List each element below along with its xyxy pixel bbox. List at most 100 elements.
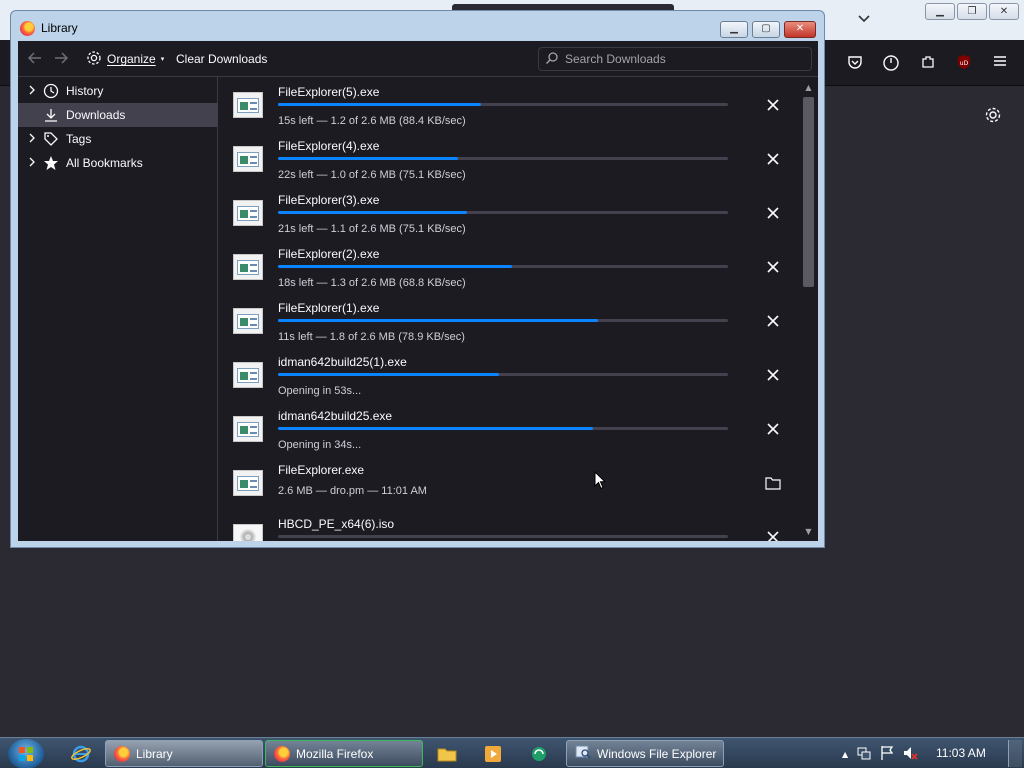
download-item[interactable]: FileExplorer(5).exe 15s left — 1.2 of 2.6…	[219, 77, 799, 131]
file-icon	[233, 416, 263, 442]
file-icon	[233, 362, 263, 388]
network-icon[interactable]	[856, 745, 872, 764]
download-filename: FileExplorer(3).exe	[278, 193, 380, 207]
download-progress-bar	[278, 535, 728, 538]
expand-arrow-icon[interactable]	[26, 85, 38, 98]
cancel-download-icon[interactable]	[763, 95, 783, 115]
download-status: 22s left — 1.0 of 2.6 MB (75.1 KB/sec)	[278, 169, 466, 181]
task-library[interactable]: Library	[105, 740, 263, 767]
library-titlebar[interactable]: Library ▁ ▢ ✕	[11, 11, 824, 41]
sync-icon[interactable]	[882, 54, 900, 72]
show-in-folder-icon[interactable]	[763, 473, 783, 493]
library-content: Organize ▾ Clear Downloads History	[18, 41, 818, 541]
clock[interactable]: 11:03 AM	[936, 746, 986, 760]
task-windows-file-explorer[interactable]: Windows File Explorer	[566, 740, 724, 767]
extensions-icon[interactable]	[919, 54, 937, 72]
sidebar-item-history[interactable]: History	[18, 79, 218, 103]
cancel-download-icon[interactable]	[763, 149, 783, 169]
cancel-download-icon[interactable]	[763, 365, 783, 385]
task-label: Library	[136, 746, 173, 761]
expand-arrow-icon[interactable]	[26, 133, 38, 146]
task-mozilla-firefox[interactable]: Mozilla Firefox	[265, 740, 423, 767]
download-item[interactable]: HBCD_PE_x64(6).iso	[219, 509, 799, 541]
sidebar-item-all-bookmarks[interactable]: All Bookmarks	[18, 151, 218, 175]
download-item[interactable]: FileExplorer(4).exe 22s left — 1.0 of 2.6…	[219, 131, 799, 185]
app-globe-icon[interactable]	[520, 742, 558, 766]
download-progress-bar	[278, 211, 728, 214]
download-progress-bar	[278, 103, 728, 106]
pocket-icon[interactable]	[846, 54, 864, 72]
close-button[interactable]: ✕	[989, 3, 1019, 20]
download-progress-bar	[278, 265, 728, 268]
task-label: Windows File Explorer	[597, 746, 717, 761]
download-item[interactable]: FileExplorer.exe 2.6 MB — dro.pm — 11:01 …	[219, 455, 799, 509]
cancel-download-icon[interactable]	[763, 527, 783, 541]
download-item[interactable]: FileExplorer(2).exe 18s left — 1.3 of 2.6…	[219, 239, 799, 293]
download-item[interactable]: FileExplorer(3).exe 21s left — 1.1 of 2.6…	[219, 185, 799, 239]
download-filename: FileExplorer.exe	[278, 463, 365, 477]
volume-muted-icon[interactable]	[902, 745, 918, 764]
window-title: Library	[41, 21, 78, 35]
cancel-download-icon[interactable]	[763, 203, 783, 223]
internet-explorer-icon[interactable]	[62, 742, 100, 766]
cancel-download-icon[interactable]	[763, 419, 783, 439]
cancel-download-icon[interactable]	[763, 311, 783, 331]
start-button[interactable]	[8, 739, 44, 768]
scrollbar[interactable]: ▲ ▼	[801, 79, 816, 539]
minimize-button[interactable]: ▁	[925, 3, 955, 20]
menu-icon[interactable]	[991, 54, 1009, 72]
download-progress-bar	[278, 427, 728, 430]
download-progress-bar	[278, 319, 728, 322]
download-status: Opening in 34s...	[278, 439, 362, 451]
sidebar-item-tags[interactable]: Tags	[18, 127, 218, 151]
downloads-list: FileExplorer(5).exe 15s left — 1.2 of 2.6…	[219, 77, 818, 541]
tray-expand-arrow-icon[interactable]: ▲	[842, 750, 848, 759]
download-filename: FileExplorer(2).exe	[278, 247, 380, 261]
show-desktop-button[interactable]	[1008, 740, 1022, 767]
scroll-up-arrow-icon[interactable]: ▲	[801, 81, 816, 95]
restore-button[interactable]: ❐	[957, 3, 987, 20]
media-player-icon[interactable]	[474, 742, 512, 766]
search-icon	[545, 51, 559, 68]
download-status: 15s left — 1.2 of 2.6 MB (88.4 KB/sec)	[278, 115, 466, 127]
download-progress-bar	[278, 157, 728, 160]
file-icon	[233, 308, 263, 334]
minimize-button[interactable]: ▁	[720, 21, 748, 38]
download-item[interactable]: idman642build25(1).exe Opening in 53s...	[219, 347, 799, 401]
chevron-down-icon[interactable]	[855, 12, 873, 30]
back-arrow-icon[interactable]	[26, 50, 44, 68]
maximize-button[interactable]: ▢	[752, 21, 780, 38]
download-item[interactable]: idman642build25.exe Opening in 34s...	[219, 401, 799, 455]
ublock-icon[interactable]: uD	[955, 54, 973, 72]
progress-fill	[278, 157, 458, 160]
forward-arrow-icon[interactable]	[52, 50, 70, 68]
action-center-flag-icon[interactable]	[880, 745, 894, 764]
scroll-thumb[interactable]	[803, 97, 814, 287]
download-status: 18s left — 1.3 of 2.6 MB (68.8 KB/sec)	[278, 277, 466, 289]
sidebar-item-label: All Bookmarks	[66, 156, 143, 170]
search-downloads-input[interactable]	[565, 52, 805, 66]
task-label: Mozilla Firefox	[296, 746, 374, 761]
file-icon	[233, 470, 263, 496]
sidebar-item-downloads[interactable]: Downloads	[18, 103, 218, 127]
settings-gear-icon[interactable]	[984, 106, 1002, 124]
file-explorer-folder-icon[interactable]	[428, 742, 466, 766]
gear-icon	[86, 50, 102, 69]
organize-label: Organize	[107, 52, 156, 66]
download-status: 2.6 MB — dro.pm — 11:01 AM	[278, 485, 427, 497]
system-tray: ▲	[842, 745, 918, 763]
search-box[interactable]	[538, 47, 812, 71]
file-icon	[233, 200, 263, 226]
cancel-download-icon[interactable]	[763, 257, 783, 277]
expand-arrow-icon[interactable]	[26, 157, 38, 170]
close-button[interactable]: ✕	[784, 21, 816, 38]
download-item[interactable]: FileExplorer(1).exe 11s left — 1.8 of 2.6…	[219, 293, 799, 347]
svg-text:uD: uD	[960, 60, 969, 67]
clock-icon	[42, 82, 60, 100]
organize-button[interactable]: Organize ▾	[86, 50, 164, 68]
clear-downloads-button[interactable]: Clear Downloads	[176, 52, 267, 66]
download-status: 21s left — 1.1 of 2.6 MB (75.1 KB/sec)	[278, 223, 466, 235]
scroll-down-arrow-icon[interactable]: ▼	[801, 525, 816, 539]
progress-fill	[278, 319, 598, 322]
star-icon	[42, 154, 60, 172]
